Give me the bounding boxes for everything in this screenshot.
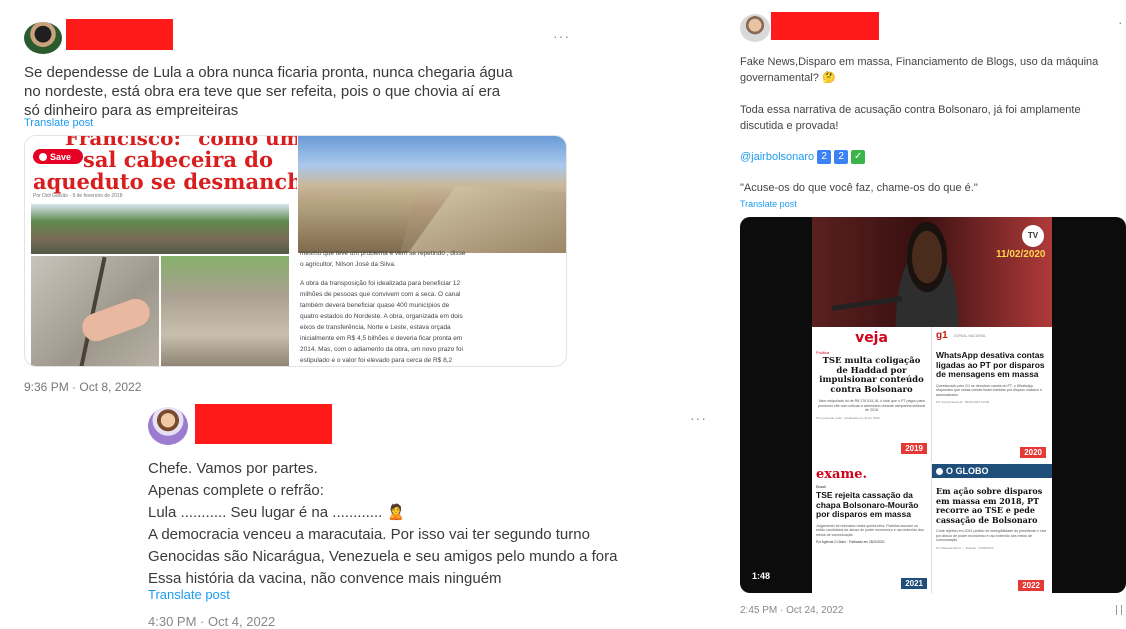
user-avatar[interactable] [24, 22, 62, 54]
tweet-timestamp[interactable]: 9:36 PM · Oct 8, 2022 [24, 380, 141, 394]
panel-section: JORNAL NACIONAL [953, 333, 987, 338]
translate-post-link[interactable]: Translate post [24, 117, 93, 129]
article-header: Francisco: "como um Save sal cabeceira d… [25, 136, 297, 204]
panel-section: Política [816, 350, 830, 355]
panel-byline: Por Mariana Muniz — Brasília · 22/08/202… [936, 545, 994, 550]
brand-g1: g1 [936, 330, 948, 341]
analytics-icon[interactable] [1116, 605, 1122, 615]
panel-byline: Por Leonardo Lellis · Atualizado em 11 f… [816, 415, 880, 420]
panel-byline: Por Jornal Nacional · 09/07/2020 21h39 [936, 400, 990, 404]
panel-summary: Corte rejeitou em 2021 pedido de inelegi… [936, 529, 1047, 542]
tweet-video[interactable]: TV 11/02/2020 veja Política TSE multa co… [740, 217, 1126, 593]
panel-headline: TSE rejeita cassação da chapa Bolsonaro-… [816, 490, 919, 519]
panel-summary: Questionado pelo G1 se derrubou canais d… [936, 383, 1043, 397]
more-options-icon[interactable]: · [1118, 14, 1124, 30]
user-avatar[interactable] [148, 407, 188, 445]
canal-photo [298, 136, 566, 253]
article-headline-line2: aqueduto se desmancha" [33, 169, 297, 194]
news-collage: veja Política TSE multa coligação de Had… [812, 327, 1052, 593]
speaker-figure [887, 221, 967, 327]
mention-line: @jairbolsonaro 2 2 ✓ [740, 150, 866, 164]
keycap-2-icon: 2 [817, 150, 832, 164]
tweet-text: Se dependesse de Lula a obra nunca ficar… [24, 64, 513, 119]
year-badge: 2020 [1020, 447, 1046, 458]
cracked-wall-photo [31, 256, 159, 366]
panel-summary: Julgamento foi retomado nesta quinta-fei… [816, 523, 924, 537]
video-duration: 1:48 [752, 571, 771, 581]
tweet-quote: "Acuse-os do que você faz, chame-os do q… [740, 182, 978, 194]
panel-section: Brasil [816, 484, 827, 489]
video-speaker-frame [812, 217, 1052, 327]
panel-headline: WhatsApp desativa contas ligadas ao PT p… [936, 350, 1045, 379]
year-badge: 2021 [901, 578, 927, 589]
year-badge: 2019 [901, 443, 927, 454]
redacted-username [771, 12, 879, 40]
news-panel-exame: exame. Brasil TSE rejeita cassação da ch… [812, 464, 932, 593]
news-panel-oglobo: O GLOBO Em ação sobre disparos em massa … [932, 464, 1052, 593]
broken-concrete-photo [161, 256, 289, 366]
save-label: Save [50, 151, 72, 162]
redacted-username [66, 19, 173, 50]
more-options-icon[interactable]: ··· [690, 410, 707, 426]
panel-headline: Em ação sobre disparos em massa em 2018,… [936, 486, 1043, 525]
article-body: mesmo que teve um problema e vem se repe… [300, 250, 466, 364]
more-options-icon[interactable]: ··· [553, 28, 570, 44]
translate-post-link[interactable]: Translate post [740, 199, 797, 209]
tweet-text: Chefe. Vamos por partes. Apenas complete… [148, 460, 618, 587]
save-badge[interactable]: Save [33, 149, 83, 164]
pin-icon [39, 152, 47, 161]
redacted-username [195, 404, 332, 444]
translate-post-link[interactable]: Translate post [148, 587, 230, 602]
brand-oglobo: O GLOBO [932, 464, 1052, 478]
news-panel-veja: veja Política TSE multa coligação de Had… [812, 327, 932, 462]
brand-veja: veja [855, 330, 888, 346]
mention-link[interactable]: @jairbolsonaro [740, 151, 814, 163]
brand-exame: exame. [816, 467, 867, 482]
globe-icon [936, 467, 943, 475]
year-badge: 2022 [1018, 580, 1044, 591]
video-date-overlay: 11/02/2020 [996, 249, 1046, 260]
tweet-text: Fake News,Disparo em massa, Financiament… [740, 56, 1099, 132]
user-avatar[interactable] [740, 14, 770, 42]
keycap-2-icon: 2 [834, 150, 849, 164]
article-byline: Por Didi Galvão · 9 de fevereiro de 2018 [33, 193, 123, 199]
panel-summary: Valor estipulado foi de R$ 176.515,18, o… [817, 399, 926, 412]
tv-logo-icon: TV [1022, 225, 1044, 247]
check-mark-icon: ✓ [851, 150, 866, 164]
river-photo [31, 204, 289, 254]
tweet-timestamp[interactable]: 2:45 PM · Oct 24, 2022 [740, 605, 843, 616]
panel-headline: TSE multa coligação de Haddad por impuls… [819, 356, 924, 395]
tweet-media-card[interactable]: Francisco: "como um Save sal cabeceira d… [24, 135, 567, 367]
news-panel-g1: g1 JORNAL NACIONAL WhatsApp desativa con… [932, 327, 1052, 462]
panel-byline: Por Agência O Globo · Publicado em 28/10… [816, 540, 885, 544]
